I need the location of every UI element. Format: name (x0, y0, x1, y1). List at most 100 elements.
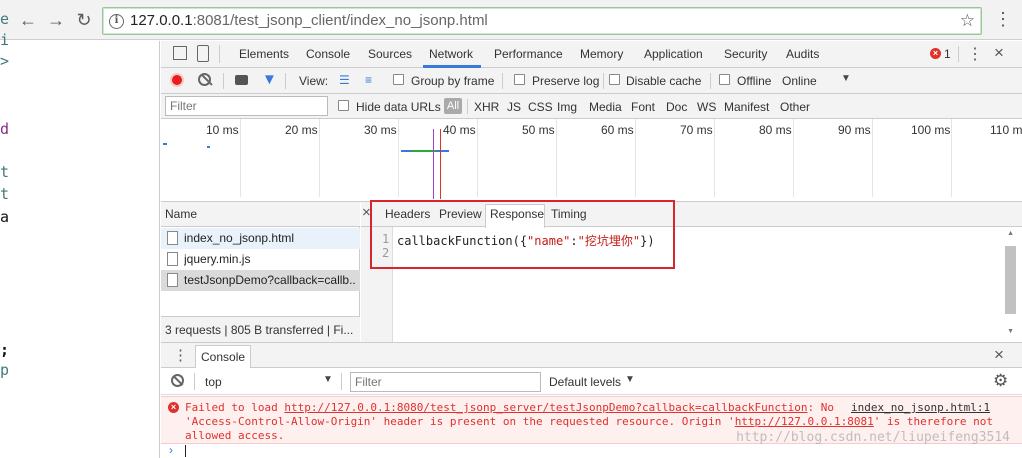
tab-console[interactable]: Console (306, 47, 350, 61)
kebab-menu-icon[interactable]: ⋮ (967, 44, 983, 64)
chevron-down-icon[interactable]: ▼ (625, 374, 635, 385)
devtools-tabbar: Elements Console Sources Network Perform… (161, 41, 1022, 68)
gear-icon[interactable]: ⚙ (993, 371, 1008, 391)
throttling-select[interactable]: Online (782, 74, 817, 88)
type-filter-img[interactable]: Img (557, 100, 577, 114)
divider (285, 73, 286, 89)
view-label: View: (299, 74, 329, 88)
large-rows-icon[interactable]: ☰ (339, 73, 350, 87)
error-source-link[interactable]: index_no_jsonp.html:1 (851, 401, 990, 414)
text-cursor (185, 445, 186, 457)
timeline-tick: 50 ms (522, 123, 555, 137)
context-select[interactable]: top (205, 375, 222, 389)
filter-icon[interactable]: ▼ (262, 71, 277, 88)
tab-sources[interactable]: Sources (368, 47, 412, 61)
type-filter-font[interactable]: Font (631, 100, 655, 114)
error-icon[interactable]: × (930, 48, 941, 59)
tab-application[interactable]: Application (644, 47, 703, 61)
waterfall-icon[interactable]: ≡ (365, 73, 372, 87)
network-overview[interactable]: 10 ms 20 ms 30 ms 40 ms 50 ms 60 ms 70 m… (161, 119, 1022, 202)
request-row[interactable]: index_no_jsonp.html (161, 228, 360, 249)
hide-data-urls-checkbox[interactable] (338, 100, 349, 111)
console-error-message: × Failed to load http://127.0.0.1:8080/t… (161, 396, 1022, 445)
chevron-down-icon[interactable]: ▼ (841, 73, 851, 84)
type-filter-doc[interactable]: Doc (666, 100, 687, 114)
console-prompt[interactable]: › (161, 444, 1022, 458)
type-filter-all[interactable]: All (444, 98, 462, 114)
request-row-selected[interactable]: testJsonpDemo?callback=callb... (161, 270, 360, 291)
type-filter-ws[interactable]: WS (697, 100, 716, 114)
tab-performance[interactable]: Performance (494, 47, 563, 61)
device-toolbar-icon[interactable] (197, 45, 209, 62)
divider (467, 99, 468, 114)
type-filter-xhr[interactable]: XHR (474, 100, 499, 114)
url-path: :8081/test_jsonp_client/index_no_jsonp.h… (192, 12, 488, 29)
divider (710, 73, 711, 89)
type-filter-media[interactable]: Media (589, 100, 622, 114)
group-by-frame-checkbox[interactable] (393, 74, 404, 85)
type-filter-js[interactable]: JS (507, 100, 521, 114)
record-icon[interactable] (170, 73, 184, 87)
error-origin-link[interactable]: http://127.0.0.1:8081 (735, 415, 874, 428)
tab-memory[interactable]: Memory (580, 47, 623, 61)
close-icon[interactable]: × (994, 43, 1004, 63)
divider (341, 373, 342, 390)
chevron-down-icon[interactable]: ▼ (323, 374, 333, 385)
filter-input-box[interactable] (165, 96, 328, 116)
scroll-up-icon[interactable]: ▲ (1007, 230, 1014, 237)
page-fragment: ; (0, 341, 10, 359)
request-row[interactable]: jquery.min.js (161, 249, 360, 270)
tab-audits[interactable]: Audits (786, 47, 819, 61)
name-column-header[interactable]: Name (161, 202, 360, 227)
back-button[interactable]: ← (17, 8, 39, 32)
error-request-url-link[interactable]: http://127.0.0.1:8080/test_jsonp_server/… (284, 401, 807, 414)
tab-security[interactable]: Security (724, 47, 767, 61)
disable-cache-label: Disable cache (626, 74, 702, 88)
reload-button[interactable]: ↻ (73, 8, 95, 32)
drawer-tab-console[interactable]: Console (195, 345, 252, 368)
tab-network[interactable]: Network (429, 47, 473, 61)
web-page-area: e i > d t t a ; p (0, 10, 160, 458)
kebab-menu-icon[interactable]: ⋮ (173, 346, 188, 364)
grid-line (872, 119, 873, 197)
timeline-tick: 20 ms (285, 123, 318, 137)
timeline-tick: 40 ms (443, 123, 476, 137)
timeline-tick: 60 ms (601, 123, 634, 137)
page-fragment: a (0, 208, 10, 226)
type-filter-css[interactable]: CSS (528, 100, 553, 114)
error-line1-suffix: : No (807, 401, 835, 414)
scrollbar-thumb[interactable] (1005, 246, 1016, 314)
error-count[interactable]: 1 (944, 47, 951, 61)
type-filter-manifest[interactable]: Manifest (724, 100, 769, 114)
kebab-menu-icon[interactable]: ⋮ (994, 9, 1012, 31)
camera-icon[interactable] (235, 75, 248, 85)
info-icon[interactable]: i (109, 14, 124, 29)
disable-cache-checkbox[interactable] (609, 74, 620, 85)
url-text: 127.0.0.1:8081/test_jsonp_client/index_n… (130, 12, 488, 29)
offline-checkbox[interactable] (719, 74, 730, 85)
timeline-tick: 80 ms (759, 123, 792, 137)
network-summary: 3 requests | 805 B transferred | Fi... (161, 316, 360, 342)
error-line2-suffix: ' is therefore not (873, 415, 993, 428)
close-icon[interactable]: × (994, 345, 1004, 365)
request-bar (163, 143, 167, 145)
inspect-element-icon[interactable] (173, 46, 187, 60)
log-levels-select[interactable]: Default levels (549, 375, 621, 389)
divider (223, 73, 224, 89)
scroll-down-icon[interactable]: ▼ (1007, 328, 1014, 335)
preserve-log-label: Preserve log (532, 74, 600, 88)
star-icon[interactable]: ☆ (960, 11, 975, 31)
url-host: 127.0.0.1 (130, 12, 193, 29)
drawer-header: ⋮ Console × (161, 342, 1022, 368)
tab-elements[interactable]: Elements (239, 47, 289, 61)
forward-button[interactable]: → (45, 8, 67, 32)
request-name: index_no_jsonp.html (184, 231, 295, 245)
grid-line (477, 119, 478, 197)
file-icon (167, 273, 178, 287)
type-filter-other[interactable]: Other (780, 100, 810, 114)
console-filter-box[interactable] (350, 372, 541, 392)
preserve-log-checkbox[interactable] (514, 74, 525, 85)
filter-input[interactable] (166, 97, 327, 115)
console-filter-input[interactable] (351, 373, 540, 391)
address-bar[interactable]: i 127.0.0.1:8081/test_jsonp_client/index… (102, 7, 982, 35)
